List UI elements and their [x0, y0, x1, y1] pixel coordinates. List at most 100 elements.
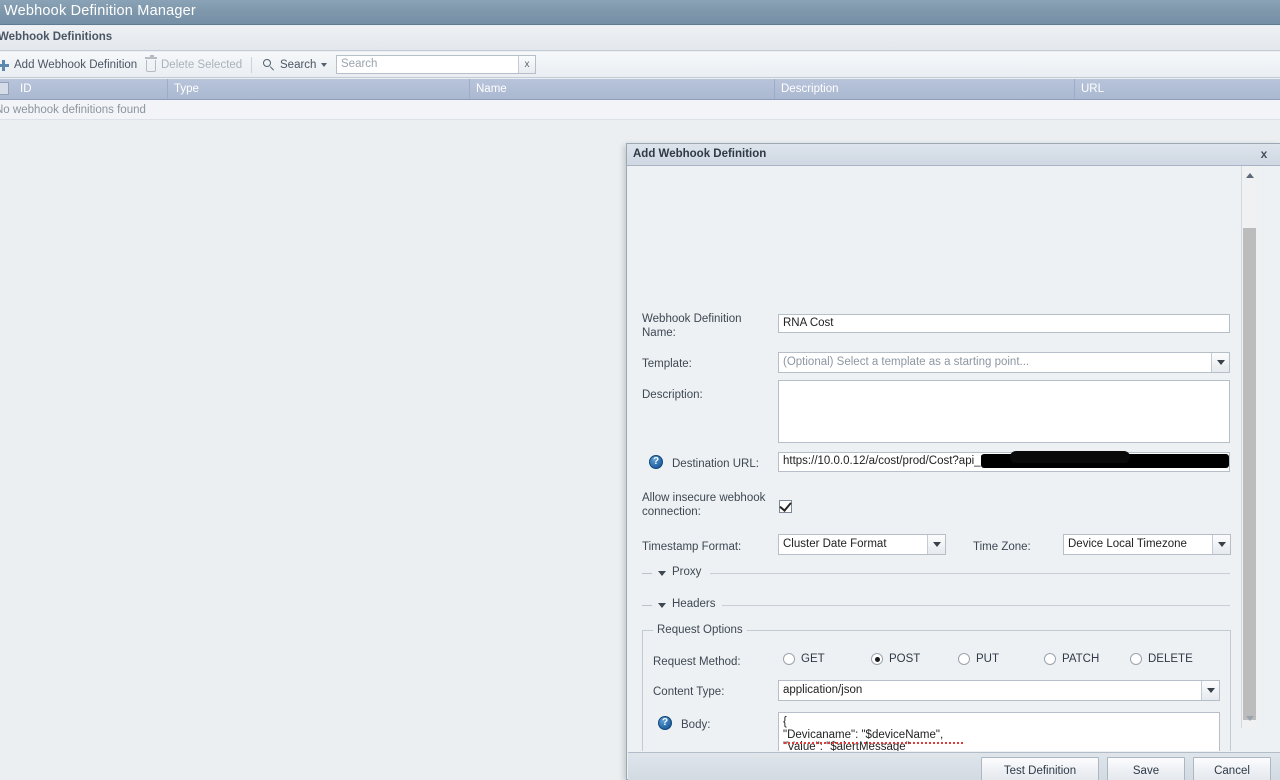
chevron-down-icon	[1216, 360, 1225, 365]
time-zone-value: Device Local Timezone	[1068, 538, 1187, 550]
column-header-id[interactable]: ID	[14, 79, 168, 99]
request-method-get[interactable]: GET	[783, 653, 825, 665]
section-rule	[722, 605, 1230, 606]
radio-icon-selected	[871, 653, 883, 665]
column-header-name[interactable]: Name	[470, 79, 775, 99]
body-help-icon[interactable]: ?	[658, 716, 672, 730]
dialog-title: Add Webhook Definition	[633, 148, 767, 160]
body-label: Body:	[681, 719, 711, 731]
save-button[interactable]: Save	[1107, 757, 1185, 780]
search-clear-button[interactable]: x	[518, 56, 535, 73]
time-zone-arrow[interactable]	[1212, 535, 1230, 554]
search-input-placeholder: Search	[341, 58, 378, 70]
body-textarea[interactable]: { "Devicaname": "$deviceName", "Value": …	[778, 712, 1220, 751]
destination-url-help-icon[interactable]: ?	[649, 455, 663, 469]
trash-icon	[145, 54, 157, 72]
template-select[interactable]: (Optional) Select a template as a starti…	[778, 352, 1230, 373]
time-zone-label: Time Zone:	[973, 541, 1031, 553]
column-header-type[interactable]: Type	[168, 79, 470, 99]
request-options-legend: Request Options	[653, 624, 747, 636]
content-type-label: Content Type:	[653, 686, 725, 698]
chevron-down-icon	[932, 542, 941, 547]
spellcheck-underline	[864, 739, 963, 744]
redaction-bar-secondary	[1010, 451, 1130, 463]
arrow-down-icon	[1245, 716, 1254, 721]
dialog-titlebar[interactable]: Add Webhook Definition x	[627, 144, 1280, 166]
search-icon	[263, 59, 275, 71]
check-icon	[779, 499, 792, 512]
destination-url-value: https://10.0.0.12/a/cost/prod/Cost?api_k…	[783, 455, 1012, 467]
search-input[interactable]: Search x	[336, 55, 536, 74]
column-header-description[interactable]: Description	[775, 79, 1075, 99]
time-zone-select[interactable]: Device Local Timezone	[1063, 534, 1231, 555]
grid-header: ID Type Name Description URL	[0, 79, 1280, 100]
request-method-patch-label: PATCH	[1062, 653, 1100, 665]
content-type-select[interactable]: application/json	[778, 680, 1220, 701]
proxy-section-label: Proxy	[672, 566, 702, 578]
section-dash	[642, 573, 652, 574]
plus-icon	[0, 59, 9, 71]
app-titlebar: Webhook Definition Manager	[0, 0, 1280, 25]
description-textarea[interactable]	[778, 380, 1230, 443]
grid-empty-message: No webhook definitions found	[0, 100, 1280, 120]
request-method-delete[interactable]: DELETE	[1130, 653, 1193, 665]
scroll-down-button[interactable]	[1242, 711, 1257, 726]
headers-section-toggle[interactable]: Headers	[642, 598, 1230, 612]
template-label: Template:	[642, 358, 692, 370]
request-method-label: Request Method:	[653, 656, 741, 668]
search-menu-button[interactable]: Search	[263, 56, 328, 74]
grid-empty-text: No webhook definitions found	[0, 104, 146, 116]
allow-insecure-checkbox[interactable]	[779, 499, 792, 513]
timestamp-format-value: Cluster Date Format	[783, 538, 887, 550]
page-subheader: Webhook Definitions	[0, 26, 1280, 51]
radio-icon	[1044, 653, 1056, 665]
content-type-value: application/json	[783, 684, 863, 696]
close-icon[interactable]: x	[1257, 147, 1271, 161]
chevron-down-icon	[321, 63, 328, 67]
select-all-checkbox[interactable]	[0, 82, 9, 95]
proxy-section-toggle[interactable]: Proxy	[642, 566, 1230, 580]
scroll-up-button[interactable]	[1242, 168, 1257, 183]
dialog-scrollbar[interactable]	[1241, 166, 1257, 728]
request-method-post[interactable]: POST	[871, 653, 920, 665]
chevron-down-icon	[1206, 688, 1215, 693]
timestamp-format-label: Timestamp Format:	[642, 541, 742, 553]
request-method-put-label: PUT	[976, 653, 999, 665]
body-value: { "Devicaname": "$deviceName", "Value": …	[783, 716, 944, 751]
chevron-down-icon	[1217, 542, 1226, 547]
arrow-up-icon	[1245, 173, 1254, 178]
request-method-put[interactable]: PUT	[958, 653, 999, 665]
search-menu-label: Search	[280, 59, 317, 71]
radio-icon	[1130, 653, 1142, 665]
request-method-delete-label: DELETE	[1148, 653, 1193, 665]
test-definition-button[interactable]: Test Definition	[981, 757, 1099, 780]
toolbar: Add Webhook Definition Delete Selected S…	[0, 52, 1280, 78]
scrollbar-thumb[interactable]	[1243, 228, 1256, 720]
radio-icon	[783, 653, 795, 665]
section-dash	[642, 605, 652, 606]
timestamp-format-select[interactable]: Cluster Date Format	[778, 534, 946, 555]
add-webhook-definition-button[interactable]: Add Webhook Definition	[0, 56, 137, 74]
add-webhook-definition-label: Add Webhook Definition	[14, 59, 138, 71]
app-title: Webhook Definition Manager	[4, 3, 196, 19]
request-method-get-label: GET	[801, 653, 825, 665]
webhook-name-input[interactable]: RNA Cost	[778, 314, 1230, 333]
description-label: Description:	[642, 389, 703, 401]
radio-icon	[958, 653, 970, 665]
toolbar-separator	[251, 57, 252, 73]
column-header-url[interactable]: URL	[1075, 79, 1280, 99]
request-method-patch[interactable]: PATCH	[1044, 653, 1099, 665]
cancel-button[interactable]: Cancel	[1193, 757, 1271, 780]
spellcheck-underline	[784, 739, 858, 744]
request-method-post-label: POST	[889, 653, 921, 665]
page-root: Webhook Definition Manager Webhook Defin…	[0, 0, 1280, 780]
delete-selected-button[interactable]: Delete Selected	[145, 54, 242, 74]
dialog-content: Webhook Definition Name: RNA Cost Templa…	[628, 167, 1264, 751]
allow-insecure-label: Allow insecure webhook connection:	[642, 492, 766, 518]
template-select-arrow[interactable]	[1211, 353, 1229, 372]
webhook-name-label: Webhook Definition Name:	[642, 313, 742, 339]
content-type-arrow[interactable]	[1201, 681, 1219, 700]
headers-section-label: Headers	[672, 598, 716, 610]
dialog-footer: Test Definition Save Cancel	[628, 752, 1280, 780]
timestamp-format-arrow[interactable]	[927, 535, 945, 554]
